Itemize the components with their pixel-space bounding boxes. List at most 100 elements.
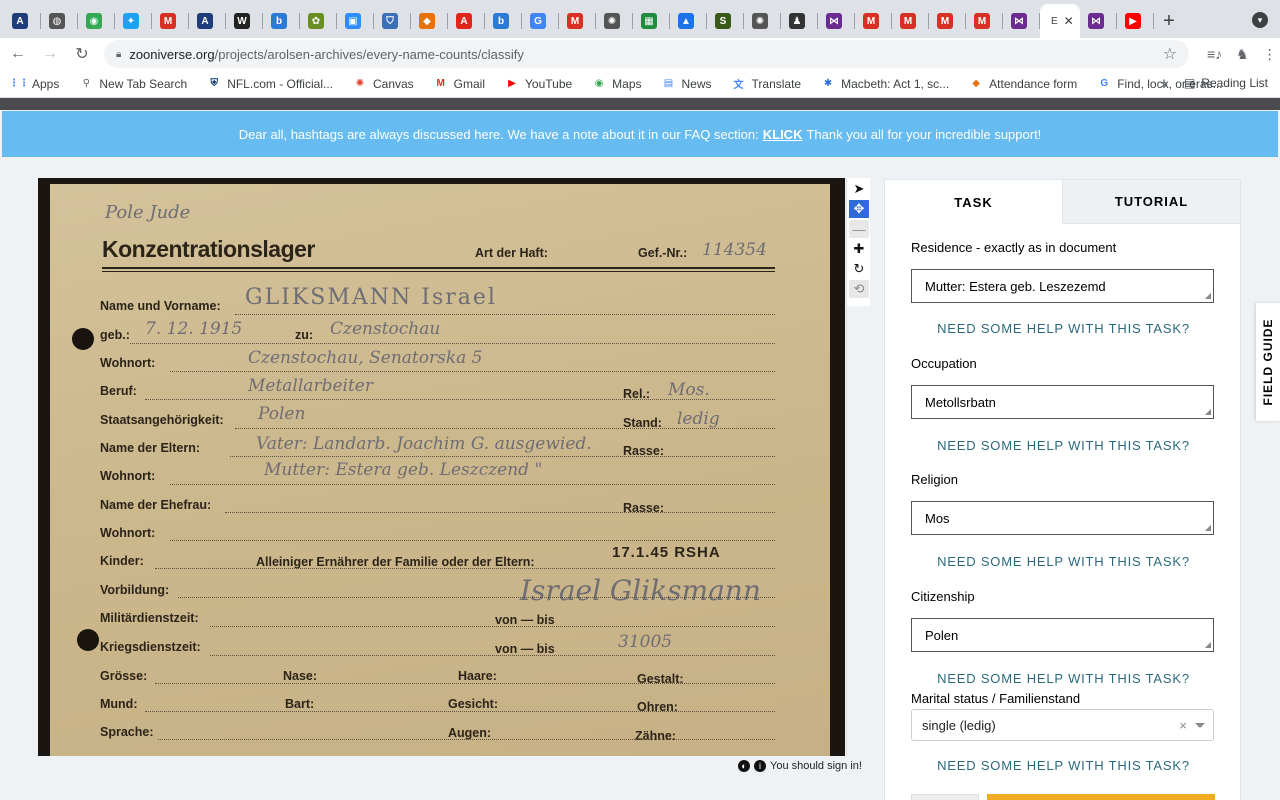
zoom-in-icon[interactable]: ✚: [849, 240, 869, 258]
browser-tab[interactable]: ◉: [78, 4, 115, 38]
info-icon[interactable]: i: [754, 760, 766, 772]
browser-tab[interactable]: ✺: [596, 4, 633, 38]
rotate-icon[interactable]: ↻: [849, 260, 869, 278]
field-guide-tab[interactable]: FIELD GUIDE: [1256, 303, 1280, 421]
browser-tab[interactable]: ⋈: [1080, 4, 1117, 38]
signin-text[interactable]: You should sign in!: [770, 760, 862, 772]
chevron-down-icon[interactable]: [1195, 723, 1205, 728]
menu-icon[interactable]: ⋮: [1263, 46, 1277, 63]
clear-icon[interactable]: ×: [1179, 718, 1187, 733]
bookmarks-more-icon[interactable]: »: [1161, 76, 1168, 91]
contrast-icon[interactable]: ◐: [738, 760, 750, 772]
card-ernaehrer-label: Alleiniger Ernährer der Familie oder der…: [256, 555, 535, 569]
twitter-icon: ✦: [123, 13, 139, 29]
bookmark-item[interactable]: ⋮⋮ Apps: [9, 77, 59, 91]
bookmark-item[interactable]: ✺ Canvas: [353, 77, 414, 91]
residence-input[interactable]: Mutter: Estera geb. Leszezemd ◢: [911, 269, 1214, 303]
card-eltern: Vater: Landarb. Joachim G. ausgewied.: [256, 434, 592, 454]
tab-tutorial[interactable]: TUTORIAL: [1062, 180, 1240, 224]
back-task-button[interactable]: [911, 794, 979, 800]
card-stamp: 17.1.45 RSHA: [612, 544, 721, 561]
tab-search-icon[interactable]: ▾: [1252, 12, 1268, 28]
bookmark-item[interactable]: ✱ Macbeth: Act 1, sc...: [821, 77, 949, 91]
browser-tab[interactable]: ▦: [633, 4, 670, 38]
citizenship-input[interactable]: Polen ◢: [911, 618, 1214, 652]
browser-tab[interactable]: ⛉: [374, 4, 411, 38]
browser-tab[interactable]: b: [263, 4, 300, 38]
bookmark-item[interactable]: ▤ News: [662, 77, 712, 91]
browser-tab[interactable]: ◍: [41, 4, 78, 38]
browser-tab[interactable]: A: [189, 4, 226, 38]
browser-tab[interactable]: M: [892, 4, 929, 38]
active-browser-tab[interactable]: E ✕: [1040, 4, 1080, 38]
zoom-out-icon[interactable]: —: [849, 220, 869, 238]
marital-status-select[interactable]: single (ledig) ×: [911, 709, 1214, 741]
browser-tab[interactable]: ✺: [744, 4, 781, 38]
religion-input[interactable]: Mos ◢: [911, 501, 1214, 535]
new-tab-button[interactable]: +: [1154, 4, 1184, 38]
banner-link[interactable]: KLICK: [763, 127, 803, 142]
card-wohnort2: Mutter: Estera geb. Leszczend ": [264, 460, 543, 480]
browser-tab[interactable]: ✦: [115, 4, 152, 38]
browser-tab[interactable]: ▶: [1117, 4, 1154, 38]
canvas-icon: ✺: [355, 78, 365, 89]
browser-tab[interactable]: A: [448, 4, 485, 38]
browser-tab[interactable]: ▲: [670, 4, 707, 38]
help-link-citizenship[interactable]: NEED SOME HELP WITH THIS TASK?: [885, 671, 1242, 686]
bookmark-item[interactable]: ◉ Maps: [592, 77, 642, 91]
bookmarks-bar: ⋮⋮ Apps ⚲ New Tab Search ⛨ NFL.com - Official…: [0, 70, 1280, 98]
resize-grip-icon[interactable]: ◢: [1205, 523, 1211, 532]
move-tool-icon[interactable]: ✥: [849, 200, 869, 218]
next-task-button[interactable]: [987, 794, 1215, 800]
reload-button[interactable]: ↻: [68, 40, 96, 68]
back-button[interactable]: ←: [4, 40, 32, 68]
bookmark-item[interactable]: ⚲ New Tab Search: [79, 77, 188, 91]
browser-tab[interactable]: ✿: [300, 4, 337, 38]
bookmark-item[interactable]: ◆ Attendance form: [969, 77, 1077, 91]
tab-task[interactable]: TASK: [885, 180, 1062, 224]
browser-tab[interactable]: M: [152, 4, 189, 38]
forward-button[interactable]: →: [36, 40, 64, 68]
bookmark-item[interactable]: ▶ YouTube: [505, 77, 572, 91]
pointer-tool-icon[interactable]: ➤: [849, 180, 869, 198]
browser-tab[interactable]: ◆: [411, 4, 448, 38]
browser-tab[interactable]: M: [559, 4, 596, 38]
bing-icon: b: [493, 13, 509, 29]
bookmark-item[interactable]: ⛨ NFL.com - Official...: [207, 77, 333, 91]
bookmark-item[interactable]: M Gmail: [434, 77, 486, 91]
browser-tab[interactable]: ♟: [781, 4, 818, 38]
address-bar[interactable]: 🔒︎ zooniverse.org/projects/arolsen-archi…: [104, 40, 1189, 68]
close-icon[interactable]: ✕: [1064, 14, 1074, 28]
help-link-religion[interactable]: NEED SOME HELP WITH THIS TASK?: [885, 554, 1242, 569]
browser-tab[interactable]: ⋈: [1003, 4, 1040, 38]
occupation-input[interactable]: Metollsrbatn ◢: [911, 385, 1214, 419]
bookmark-label: Attendance form: [989, 76, 1078, 91]
browser-tab[interactable]: W: [226, 4, 263, 38]
browser-tab[interactable]: G: [522, 4, 559, 38]
resize-grip-icon[interactable]: ◢: [1205, 640, 1211, 649]
viewer-toolbar: ➤ ✥ — ✚ ↻ ⟲: [846, 178, 870, 756]
help-link-occupation[interactable]: NEED SOME HELP WITH THIS TASK?: [885, 438, 1242, 453]
reset-icon[interactable]: ⟲: [849, 280, 869, 298]
browser-tab[interactable]: M: [855, 4, 892, 38]
subject-viewer[interactable]: Pole Jude Konzentrationslager Art der Ha…: [38, 178, 845, 756]
browser-tab[interactable]: b: [485, 4, 522, 38]
resize-grip-icon[interactable]: ◢: [1205, 291, 1211, 300]
card-art-der-haft: Art der Haft:: [475, 246, 548, 260]
reading-list-button[interactable]: ▤ Reading List: [1184, 76, 1268, 90]
browser-tab[interactable]: S: [707, 4, 744, 38]
browser-tab[interactable]: ▣: [337, 4, 374, 38]
bookmark-item[interactable]: 文 Translate: [732, 77, 802, 92]
help-link-residence[interactable]: NEED SOME HELP WITH THIS TASK?: [885, 321, 1242, 336]
card-ehefrau-label: Name der Ehefrau:: [100, 498, 212, 512]
browser-tab[interactable]: A: [4, 4, 41, 38]
extension-icon[interactable]: ♞: [1236, 46, 1249, 63]
help-link-marital[interactable]: NEED SOME HELP WITH THIS TASK?: [885, 758, 1242, 773]
bookmark-star-icon[interactable]: ☆: [1163, 44, 1177, 64]
browser-tab[interactable]: ⋈: [818, 4, 855, 38]
browser-tab[interactable]: M: [929, 4, 966, 38]
media-control-icon[interactable]: ≡♪: [1207, 46, 1222, 62]
card-line: [225, 512, 775, 513]
resize-grip-icon[interactable]: ◢: [1205, 407, 1211, 416]
browser-tab[interactable]: M: [966, 4, 1003, 38]
